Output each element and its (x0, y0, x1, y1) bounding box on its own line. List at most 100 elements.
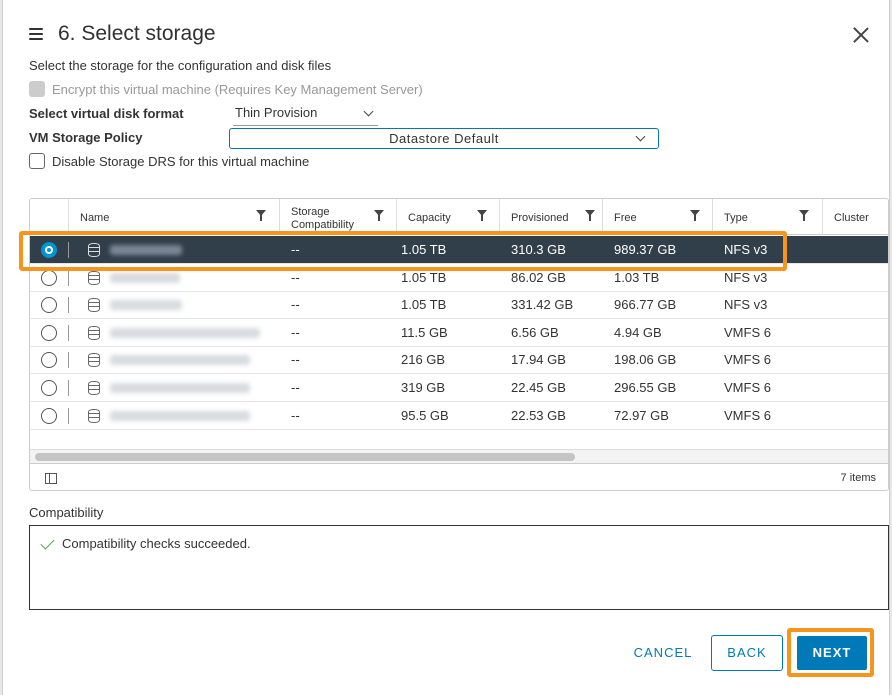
column-header-free[interactable]: Free (602, 199, 712, 235)
menu-icon[interactable] (29, 28, 43, 40)
cancel-button[interactable]: CANCEL (623, 636, 703, 672)
filter-icon[interactable] (799, 210, 809, 221)
row-radio[interactable] (41, 242, 57, 258)
next-button[interactable]: NEXT (797, 636, 867, 670)
column-label: Provisioned (511, 212, 569, 224)
column-header-storage-compatibility[interactable]: Storage Compatibility (279, 199, 396, 235)
database-icon (88, 325, 100, 340)
disable-drs-option[interactable]: Disable Storage DRS for this virtual mac… (29, 153, 309, 169)
row-radio[interactable] (41, 407, 57, 424)
cell-capacity: 1.05 TB (401, 242, 447, 257)
column-label: Free (614, 212, 637, 224)
datastore-name-redacted (110, 272, 180, 283)
cell-provisioned: 6.56 GB (511, 324, 559, 340)
disable-drs-label: Disable Storage DRS for this virtual mac… (52, 153, 310, 169)
datastore-name-redacted (110, 245, 182, 255)
cell-capacity: 216 GB (401, 352, 446, 368)
storage-policy-select[interactable]: Datastore Default (229, 128, 659, 149)
table-row[interactable]: -- 11.5 GB 6.56 GB 4.94 GB VMFS 6 (30, 319, 888, 347)
cell-capacity: 319 GB (401, 380, 446, 395)
disable-drs-checkbox[interactable] (29, 153, 45, 169)
grid-footer: 7 items (30, 463, 888, 490)
table-row[interactable]: -- 95.5 GB 22.53 GB 72.97 GB VMFS 6 (30, 402, 888, 430)
row-divider (68, 242, 69, 258)
row-radio[interactable] (41, 352, 57, 369)
dialog-title: 6. Select storage (58, 22, 216, 45)
chevron-down-icon (635, 131, 646, 142)
table-row[interactable]: -- 216 GB 17.94 GB 198.06 GB VMFS 6 (30, 346, 888, 375)
database-icon (88, 381, 100, 395)
column-header-type[interactable]: Type (712, 199, 822, 235)
filter-icon[interactable] (690, 210, 700, 221)
row-divider (68, 297, 69, 314)
row-radio[interactable] (41, 324, 57, 341)
cell-type: VMFS 6 (724, 352, 771, 368)
row-radio[interactable] (41, 269, 57, 286)
column-toggle-icon[interactable] (45, 473, 57, 484)
cell-provisioned: 22.45 GB (511, 380, 566, 395)
cell-free: 296.55 GB (614, 380, 677, 395)
filter-icon[interactable] (477, 210, 487, 221)
column-label: Name (80, 212, 110, 224)
storage-policy-value: Datastore Default (389, 131, 499, 146)
back-button[interactable]: BACK (711, 635, 783, 671)
cell-type: NFS v3 (724, 269, 768, 285)
database-icon (88, 408, 100, 423)
cell-storage-compatibility: -- (291, 324, 300, 340)
column-header-provisioned[interactable]: Provisioned (499, 199, 602, 235)
disk-format-select[interactable]: Thin Provision (233, 104, 378, 126)
cell-free: 198.06 GB (614, 352, 677, 368)
datastore-name-redacted (110, 300, 182, 311)
filter-icon[interactable] (374, 210, 384, 221)
table-row[interactable]: -- 1.05 TB 331.42 GB 966.77 GB NFS v3 (30, 291, 888, 320)
row-radio[interactable] (41, 380, 57, 396)
row-divider (68, 324, 69, 341)
encrypt-vm-checkbox (29, 81, 45, 97)
chevron-down-icon (363, 106, 374, 117)
cell-provisioned: 22.53 GB (511, 407, 566, 423)
filter-icon[interactable] (256, 210, 266, 221)
database-icon (88, 270, 100, 285)
cell-type: VMFS 6 (724, 324, 771, 340)
datastore-name-redacted (110, 383, 250, 393)
column-header-cluster[interactable]: Cluster (822, 199, 888, 235)
cell-free: 989.37 GB (614, 242, 677, 257)
table-row[interactable]: -- 319 GB 22.45 GB 296.55 GB VMFS 6 (30, 374, 888, 402)
cell-capacity: 1.05 TB (401, 269, 447, 285)
grid-header: Name Storage Compatibility Capacity Provi… (30, 199, 888, 235)
datastore-name-redacted (110, 355, 250, 366)
cell-capacity: 95.5 GB (401, 407, 449, 423)
close-icon[interactable] (853, 27, 869, 43)
row-divider (68, 380, 69, 396)
datastore-name-redacted (110, 410, 250, 421)
column-header-name[interactable]: Name (68, 199, 279, 235)
cell-storage-compatibility: -- (291, 407, 300, 423)
dialog-header: 6. Select storage (29, 22, 216, 46)
datastore-name-redacted (110, 327, 260, 338)
cell-storage-compatibility: -- (291, 352, 300, 368)
cell-capacity: 11.5 GB (401, 324, 448, 340)
database-icon (88, 353, 100, 368)
encrypt-vm-option: Encrypt this virtual machine (Requires K… (29, 81, 423, 97)
filter-icon[interactable] (585, 210, 595, 221)
compatibility-message: Compatibility checks succeeded. (62, 536, 251, 551)
column-label: Capacity (408, 212, 451, 224)
cell-storage-compatibility: -- (291, 269, 300, 285)
cell-provisioned: 17.94 GB (511, 352, 566, 368)
row-divider (68, 352, 69, 369)
database-icon (88, 298, 100, 313)
cell-free: 1.03 TB (614, 269, 660, 285)
dialog-subtitle: Select the storage for the configuration… (29, 58, 332, 73)
encrypt-vm-label: Encrypt this virtual machine (Requires K… (52, 81, 423, 97)
disk-format-label: Select virtual disk format (29, 106, 184, 121)
table-row[interactable]: -- 1.05 TB 86.02 GB 1.03 TB NFS v3 (30, 264, 888, 292)
compatibility-panel: Compatibility checks succeeded. (29, 525, 889, 610)
storage-policy-label: VM Storage Policy (29, 130, 143, 145)
row-radio[interactable] (41, 297, 57, 314)
horizontal-scrollbar[interactable] (30, 449, 888, 463)
scrollbar-thumb[interactable] (35, 453, 575, 461)
table-row[interactable]: -- 1.05 TB 310.3 GB 989.37 GB NFS v3 (30, 236, 888, 264)
column-header-capacity[interactable]: Capacity (396, 199, 499, 235)
cell-type: VMFS 6 (724, 380, 771, 395)
row-divider (68, 407, 69, 424)
